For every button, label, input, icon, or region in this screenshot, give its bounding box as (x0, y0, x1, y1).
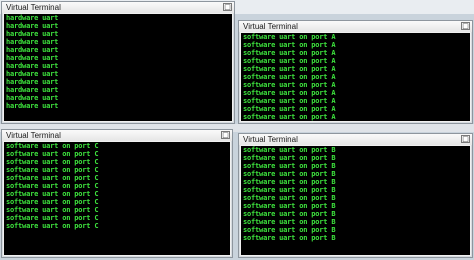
terminal-line: software uart on port C (6, 142, 99, 150)
terminal-screen[interactable]: software uart on port Bsoftware uart on … (241, 146, 470, 255)
terminal-line: software uart on port B (243, 218, 336, 226)
terminal-line: software uart on port A (243, 65, 336, 73)
terminal-screen[interactable]: software uart on port Asoftware uart on … (241, 33, 470, 121)
terminal-line: hardware uart (6, 62, 59, 70)
terminal-line: software uart on port B (243, 162, 336, 170)
terminal-line: software uart on port B (243, 154, 336, 162)
terminal-line: software uart on port A (243, 97, 336, 105)
terminal-line: software uart on port C (6, 182, 99, 190)
terminal-output: software uart on port Asoftware uart on … (243, 33, 336, 121)
terminal-line: software uart on port B (243, 202, 336, 210)
terminal-line: software uart on port B (243, 234, 336, 242)
terminal-line: software uart on port C (6, 222, 99, 230)
virtual-terminal-hardware[interactable]: Virtual Terminal □ hardware uart hardware… (1, 1, 235, 124)
terminal-line: software uart on port A (243, 81, 336, 89)
terminal-screen[interactable]: hardware uart hardware uart hardware uart h… (4, 14, 232, 121)
terminal-line: software uart on port C (6, 158, 99, 166)
terminal-line: hardware uart (6, 38, 59, 46)
terminal-line: hardware uart (6, 86, 59, 94)
terminal-line: software uart on port A (243, 113, 336, 121)
terminal-output: hardware uart hardware uart hardware uart h… (6, 14, 58, 110)
terminal-output: software uart on port Bsoftware uart on … (243, 146, 336, 242)
virtual-terminal-port-a[interactable]: Virtual Terminal □ software uart on port… (238, 20, 473, 124)
virtual-terminal-port-c[interactable]: Virtual Terminal □ software uart on port… (1, 129, 233, 258)
terminal-titlebar[interactable]: Virtual Terminal □ (2, 130, 232, 141)
terminal-line: software uart on port C (6, 166, 99, 174)
terminal-title: Virtual Terminal (243, 22, 298, 31)
maximize-icon[interactable]: □ (461, 22, 470, 30)
terminal-line: hardware uart (6, 22, 59, 30)
terminal-line: software uart on port B (243, 178, 336, 186)
terminal-line: software uart on port A (243, 41, 336, 49)
virtual-terminal-port-b[interactable]: Virtual Terminal □ software uart on port… (238, 133, 473, 258)
terminal-line: software uart on port C (6, 190, 99, 198)
terminal-line: software uart on port B (243, 186, 336, 194)
terminal-line: software uart on port A (243, 33, 336, 41)
terminal-line: hardware uart (6, 70, 59, 78)
terminal-line: software uart on port A (243, 57, 336, 65)
terminal-title: Virtual Terminal (243, 135, 298, 144)
terminal-line: software uart on port B (243, 210, 336, 218)
terminal-line: software uart on port A (243, 73, 336, 81)
terminal-line: hardware uart (6, 102, 59, 110)
terminal-line: hardware uart (6, 78, 59, 86)
terminal-line: software uart on port A (243, 89, 336, 97)
terminal-line: software uart on port A (243, 49, 336, 57)
terminal-line: software uart on port B (243, 226, 336, 234)
terminal-line: software uart on port C (6, 150, 99, 158)
terminal-screen[interactable]: software uart on port Csoftware uart on … (4, 142, 230, 255)
terminal-line: software uart on port C (6, 214, 99, 222)
terminal-line: software uart on port B (243, 146, 336, 154)
terminal-title: Virtual Terminal (6, 131, 61, 140)
terminal-line: hardware uart (6, 94, 59, 102)
terminal-line: hardware uart (6, 54, 59, 62)
terminal-titlebar[interactable]: Virtual Terminal □ (239, 21, 472, 32)
terminal-title: Virtual Terminal (6, 3, 61, 12)
terminal-line: software uart on port C (6, 174, 99, 182)
terminal-line: software uart on port B (243, 170, 336, 178)
terminal-titlebar[interactable]: Virtual Terminal □ (239, 134, 472, 145)
terminal-line: hardware uart (6, 14, 59, 22)
terminal-line: software uart on port C (6, 198, 99, 206)
terminal-line: software uart on port B (243, 194, 336, 202)
terminal-output: software uart on port Csoftware uart on … (6, 142, 99, 230)
terminal-line: hardware uart (6, 46, 59, 54)
terminal-line: software uart on port A (243, 105, 336, 113)
terminal-line: hardware uart (6, 30, 59, 38)
maximize-icon[interactable]: □ (221, 131, 230, 139)
terminal-line: software uart on port C (6, 206, 99, 214)
maximize-icon[interactable]: □ (223, 3, 232, 11)
maximize-icon[interactable]: □ (461, 135, 470, 143)
terminal-titlebar[interactable]: Virtual Terminal □ (2, 2, 234, 13)
